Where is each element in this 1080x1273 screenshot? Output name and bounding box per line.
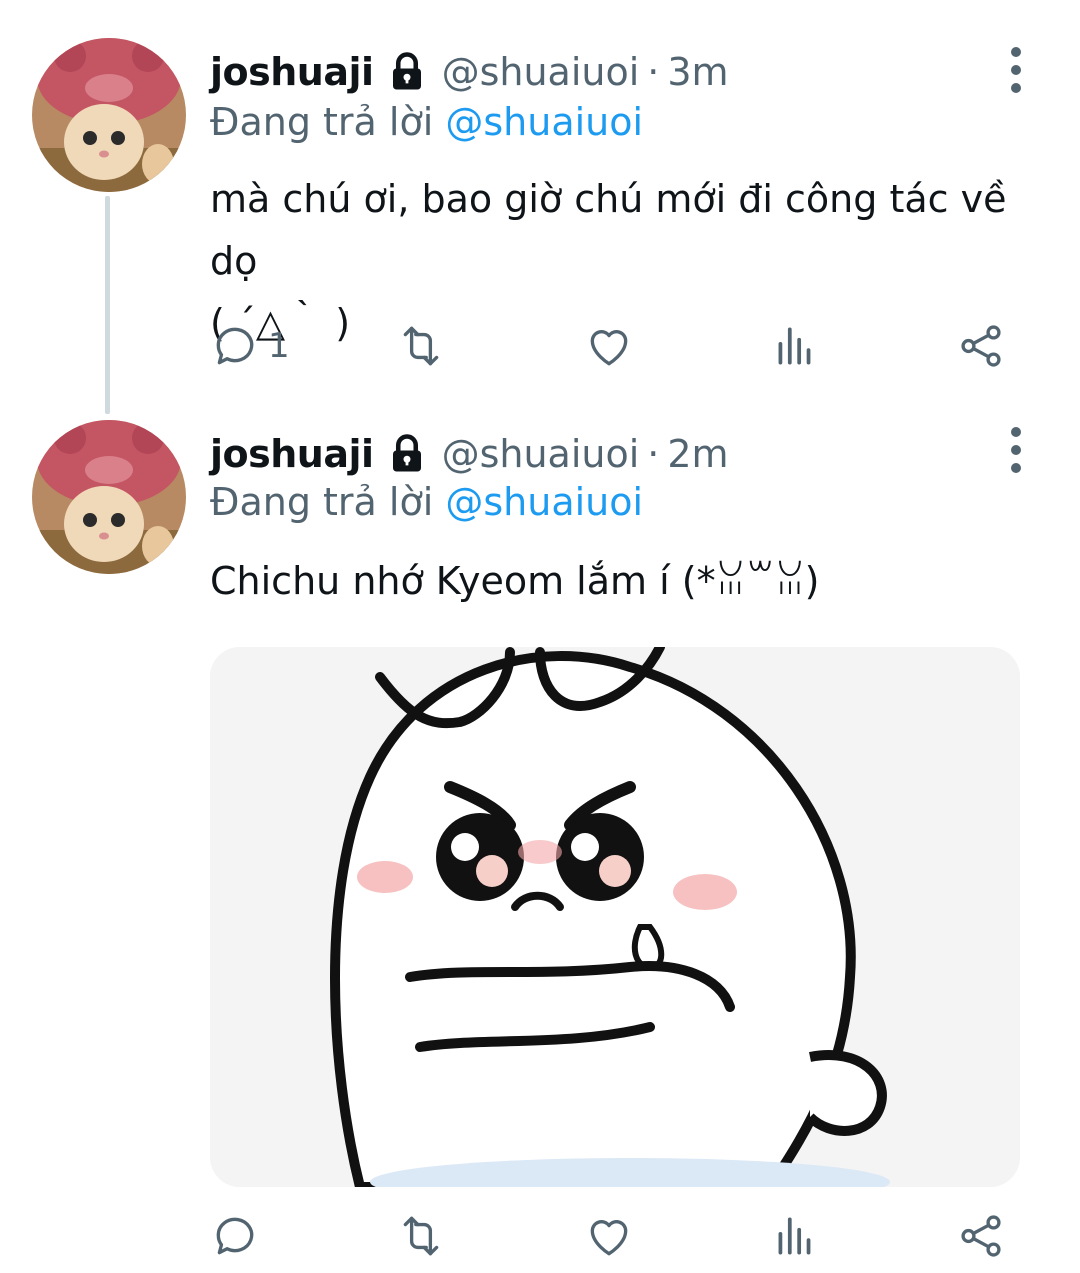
replying-to-label: Đang trả lời [210, 480, 434, 524]
display-name[interactable]: joshuaji [210, 50, 374, 94]
lock-icon [392, 434, 421, 472]
tweet-actions [210, 1208, 1030, 1264]
crying-sticker-image [210, 647, 1020, 1187]
views-icon [778, 327, 811, 365]
tweet-header: joshuaji @shuaiuoi · 3m [210, 44, 729, 100]
separator-dot: · [647, 50, 660, 94]
thread-connector-line [105, 196, 110, 414]
user-handle[interactable]: @shuaiuoi [442, 432, 640, 476]
tweet-text-line: mà chú ơi, bao giờ chú mới đi công tác v… [210, 177, 1007, 283]
retweet-icon [403, 1216, 439, 1256]
reply-icon [216, 1217, 254, 1255]
reply-button[interactable] [210, 1208, 260, 1264]
share-button[interactable] [956, 318, 1006, 374]
tweet-header: joshuaji @shuaiuoi · 2m [210, 426, 729, 482]
tweet-1[interactable]: joshuaji @shuaiuoi · 3m Đang trả lời @sh… [0, 0, 1080, 414]
more-vertical-icon[interactable] [1000, 44, 1032, 96]
like-icon [590, 330, 628, 366]
reply-icon [216, 327, 254, 365]
share-icon [961, 325, 1001, 367]
like-button[interactable] [584, 1208, 634, 1264]
timestamp[interactable]: 2m [667, 432, 728, 476]
retweet-icon [403, 326, 439, 366]
reply-count: 1 [268, 326, 290, 366]
views-button[interactable] [770, 318, 820, 374]
tweet-text: Chichu nhớ Kyeom lắm í (*ꈍ꒳ꈍ) [210, 550, 1050, 612]
more-vertical-icon[interactable] [1000, 424, 1032, 476]
like-icon [590, 1220, 628, 1256]
timestamp[interactable]: 3m [667, 50, 728, 94]
tweet-actions: 1 [210, 318, 1030, 374]
replying-to-label: Đang trả lời [210, 100, 434, 144]
tweet-text-line: Chichu nhớ Kyeom lắm í (*ꈍ꒳ꈍ) [210, 559, 820, 603]
lock-icon [392, 52, 421, 90]
reply-button[interactable]: 1 [210, 318, 290, 374]
display-name[interactable]: joshuaji [210, 432, 374, 476]
views-button[interactable] [770, 1208, 820, 1264]
reply-mention-link[interactable]: @shuaiuoi [445, 480, 643, 524]
like-button[interactable] [584, 318, 634, 374]
reply-mention-link[interactable]: @shuaiuoi [445, 100, 643, 144]
retweet-button[interactable] [396, 1208, 446, 1264]
retweet-button[interactable] [396, 318, 446, 374]
tweet-media-image[interactable] [210, 647, 1020, 1187]
replying-to: Đang trả lời @shuaiuoi [210, 480, 643, 524]
avatar[interactable] [32, 420, 186, 574]
share-button[interactable] [956, 1208, 1006, 1264]
share-icon [961, 1215, 1001, 1257]
user-handle[interactable]: @shuaiuoi [442, 50, 640, 94]
avatar[interactable] [32, 38, 186, 192]
views-icon [778, 1217, 811, 1255]
replying-to: Đang trả lời @shuaiuoi [210, 100, 643, 144]
separator-dot: · [647, 432, 660, 476]
